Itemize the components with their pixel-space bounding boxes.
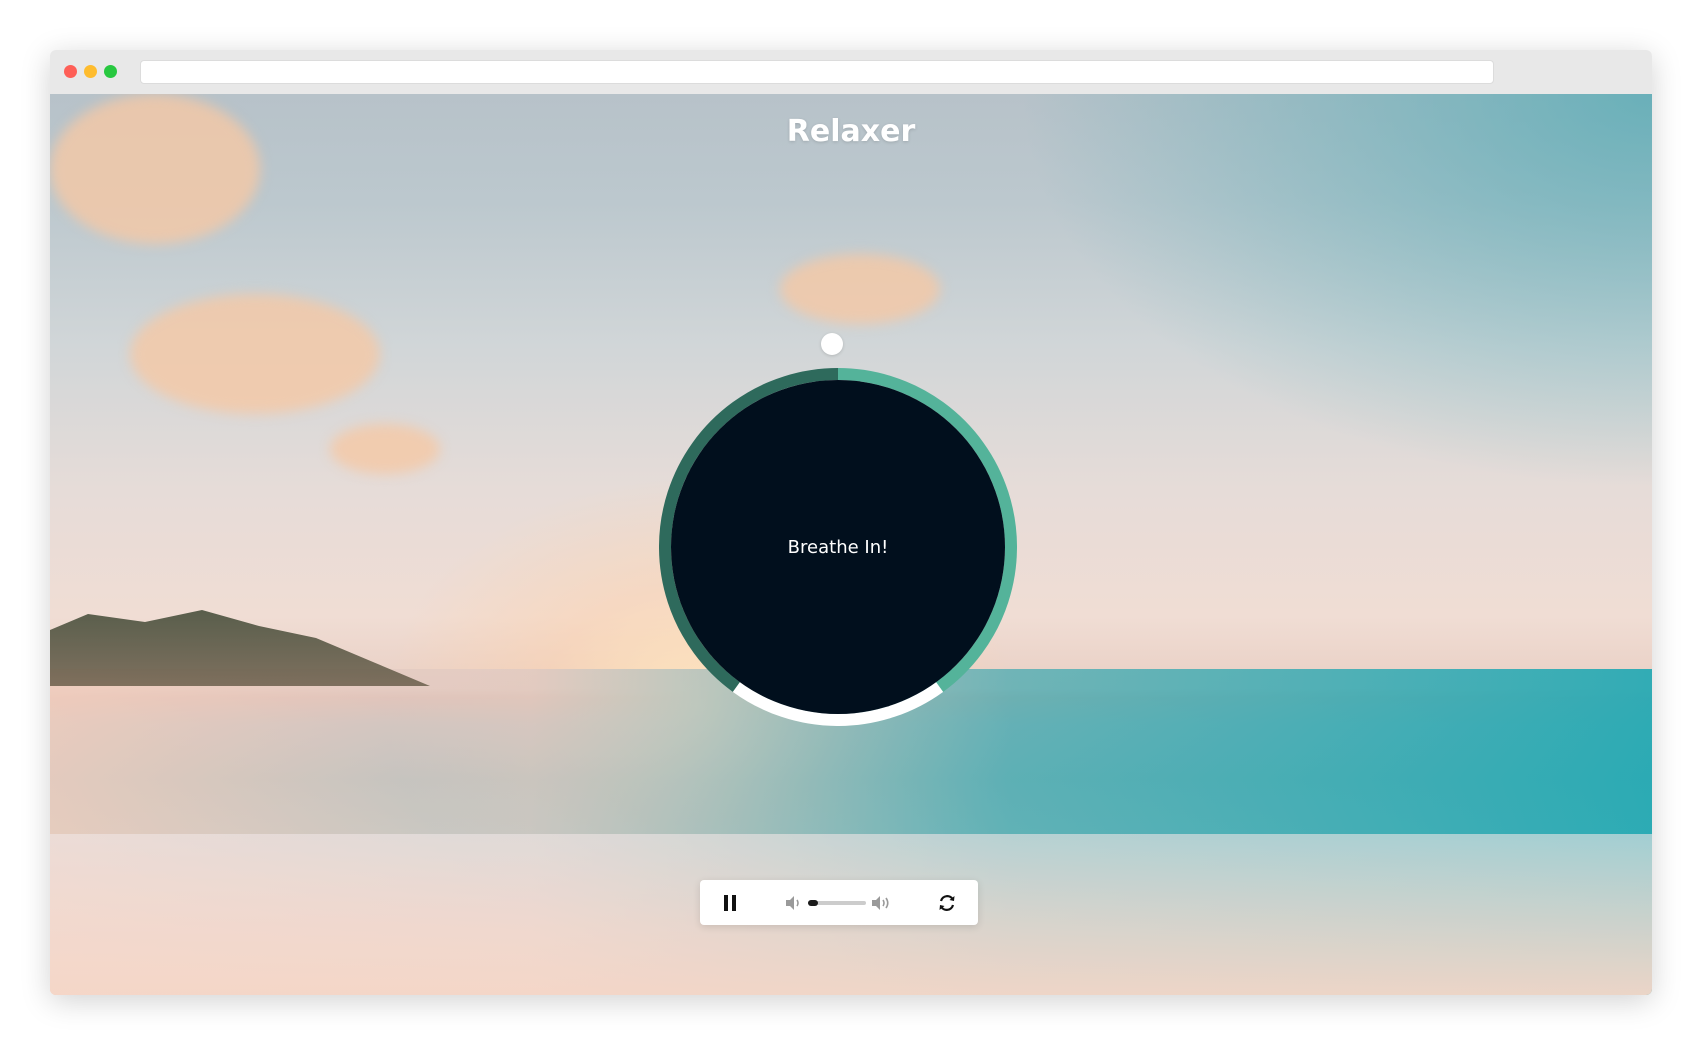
volume-slider-fill bbox=[808, 900, 819, 906]
close-window-button[interactable] bbox=[64, 65, 77, 78]
volume-high-icon bbox=[872, 896, 889, 910]
player-controls bbox=[700, 880, 978, 925]
pause-icon bbox=[724, 895, 736, 911]
breath-circle: Breathe In! bbox=[671, 380, 1005, 714]
refresh-icon bbox=[939, 895, 955, 911]
cloud bbox=[780, 254, 940, 324]
maximize-window-button[interactable] bbox=[104, 65, 117, 78]
cloud bbox=[330, 424, 440, 474]
volume-slider[interactable] bbox=[808, 900, 866, 906]
pause-button[interactable] bbox=[715, 888, 745, 918]
breath-pointer bbox=[821, 333, 843, 355]
volume-low-icon bbox=[786, 896, 799, 910]
cloud bbox=[130, 294, 380, 414]
breath-progress-ring: Breathe In! bbox=[659, 368, 1017, 726]
browser-window: Relaxer Breathe In! bbox=[50, 50, 1652, 995]
restart-button[interactable] bbox=[932, 888, 962, 918]
app-title: Relaxer bbox=[786, 114, 916, 149]
minimize-window-button[interactable] bbox=[84, 65, 97, 78]
volume-high-button[interactable] bbox=[866, 888, 896, 918]
volume-low-button[interactable] bbox=[778, 888, 808, 918]
address-bar[interactable] bbox=[140, 60, 1494, 84]
page-viewport: Relaxer Breathe In! bbox=[50, 94, 1652, 995]
browser-titlebar bbox=[50, 50, 1652, 94]
breath-instruction: Breathe In! bbox=[787, 536, 889, 558]
